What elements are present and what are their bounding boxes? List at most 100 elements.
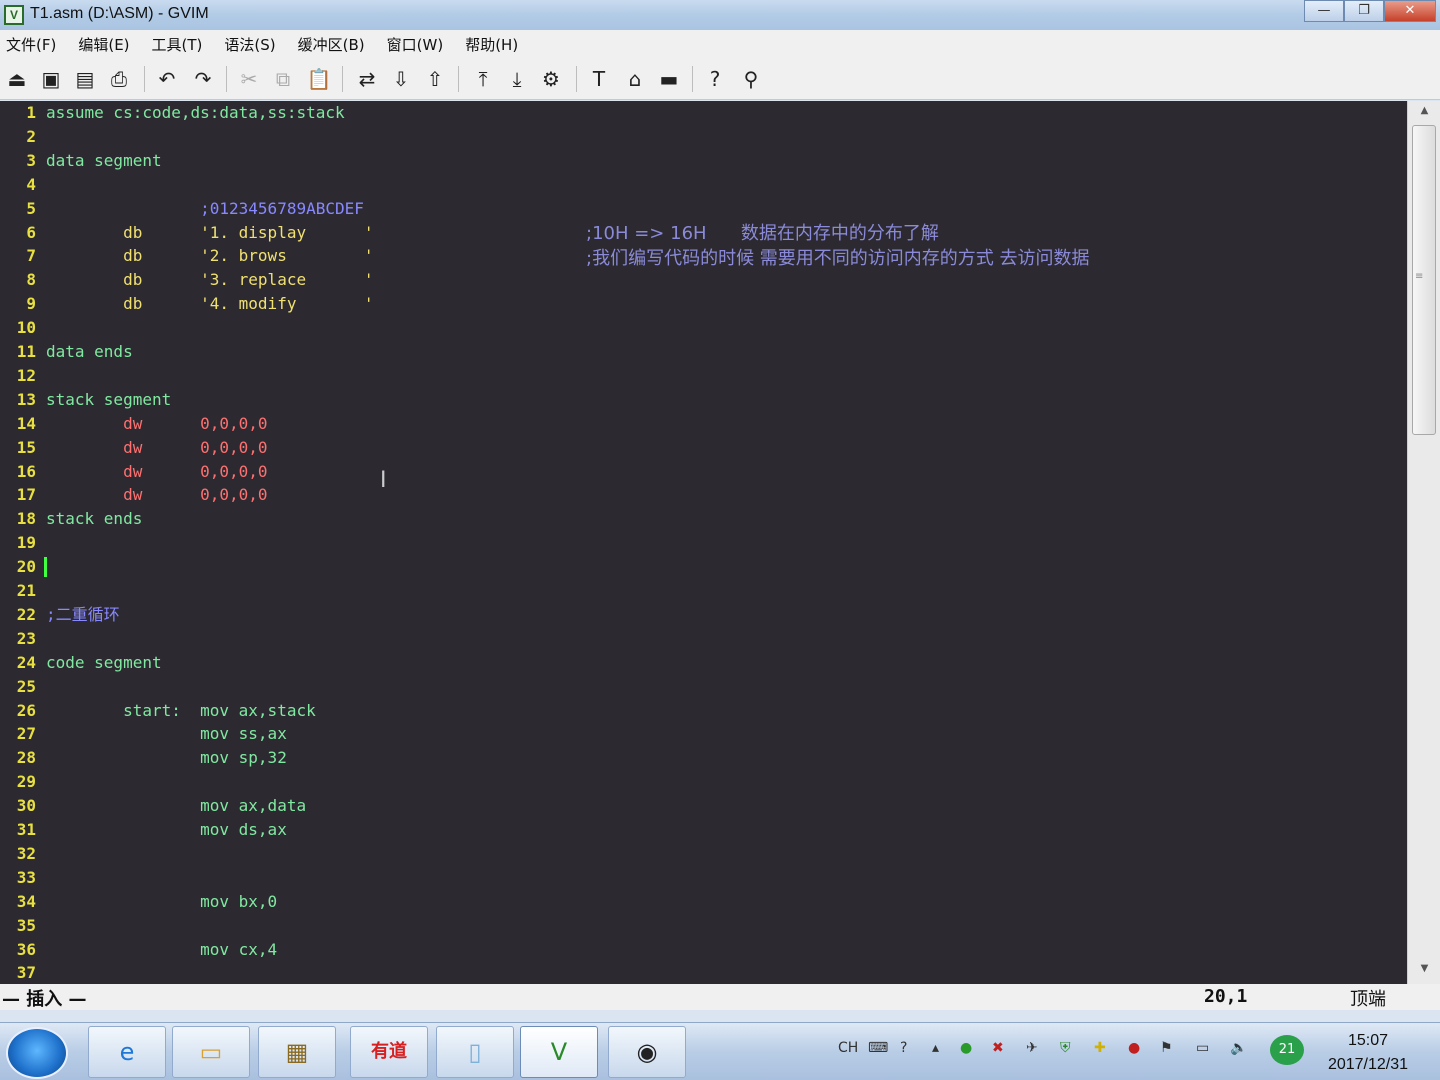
- code-line: 23: [0, 627, 1407, 651]
- window-title: T1.asm (D:\ASM) - GVIM: [30, 5, 209, 22]
- editor-area[interactable]: ;10H => 16H 数据在内存中的分布了解 ;我们编写代码的时候 需要用不同…: [0, 101, 1407, 984]
- shield-tray-icon[interactable]: ⛨: [1060, 1040, 1071, 1056]
- code-line: 12: [0, 364, 1407, 388]
- toolbar-separator: [144, 66, 145, 92]
- tray-expand-icon[interactable]: ▴: [932, 1040, 939, 1056]
- gvim-taskbar-button[interactable]: V: [520, 1026, 598, 1078]
- ie-taskbar-button[interactable]: e: [88, 1026, 166, 1078]
- security-tray-icon[interactable]: ●: [960, 1040, 972, 1056]
- run-script-icon[interactable]: ⚙: [538, 66, 564, 92]
- display-tray-icon[interactable]: ▭: [1196, 1040, 1209, 1056]
- line-number: 2: [26, 126, 36, 146]
- menu-file[interactable]: 文件(F): [6, 34, 56, 55]
- title-bar[interactable]: V T1.asm (D:\ASM) - GVIM — ❐ ✕: [0, 0, 1440, 30]
- line-number: 27: [16, 724, 36, 744]
- line-number: 12: [16, 365, 36, 385]
- shell-icon[interactable]: ⌂: [622, 66, 648, 92]
- maximize-button[interactable]: ❐: [1344, 0, 1384, 22]
- cut-icon[interactable]: ✂: [236, 66, 262, 92]
- code-line: 24 code segment: [0, 651, 1407, 675]
- code-line: 27 mov ss,ax: [0, 722, 1407, 746]
- find-next-icon[interactable]: ⇩: [388, 66, 414, 92]
- code-line: 4: [0, 173, 1407, 197]
- line-number: 14: [16, 413, 36, 433]
- line-number: 15: [16, 437, 36, 457]
- tag-icon[interactable]: ▬: [656, 66, 682, 92]
- start-button[interactable]: [6, 1027, 68, 1079]
- plus-tray-icon[interactable]: ✚: [1094, 1040, 1106, 1056]
- keyboard-icon[interactable]: ⌨: [868, 1040, 888, 1056]
- line-number: 11: [16, 342, 36, 361]
- code-line: 33: [0, 866, 1407, 890]
- paste-icon[interactable]: 📋: [306, 66, 332, 92]
- close-button[interactable]: ✕: [1384, 0, 1436, 22]
- folder-taskbar-button[interactable]: ▯: [436, 1026, 514, 1078]
- make-icon[interactable]: T: [586, 66, 612, 92]
- line-number: 22: [16, 604, 36, 624]
- load-session-icon[interactable]: ⤒: [470, 66, 496, 92]
- line-number: 37: [16, 963, 36, 983]
- line-number: 3: [26, 150, 36, 170]
- network-tray-icon[interactable]: ✈: [1026, 1040, 1038, 1056]
- menu-help[interactable]: 帮助(H): [465, 34, 518, 55]
- system-clock[interactable]: 15:07 2017/12/31: [1308, 1029, 1428, 1077]
- recording-tray-icon[interactable]: ●: [1128, 1040, 1140, 1056]
- line-number: 28: [16, 748, 36, 768]
- line-code: dw 0,0,0,0: [46, 461, 268, 481]
- antivirus-tray-icon[interactable]: ✖: [992, 1040, 1004, 1056]
- code-line: 31 mov ds,ax: [0, 818, 1407, 842]
- line-number: 36: [16, 939, 36, 959]
- line-number: 25: [16, 676, 36, 696]
- copy-icon[interactable]: ⧉: [270, 66, 296, 92]
- minimize-button[interactable]: —: [1304, 0, 1344, 22]
- menu-window[interactable]: 窗口(W): [387, 34, 444, 55]
- help-icon[interactable]: ?: [702, 66, 728, 92]
- save-all-icon[interactable]: ▤: [72, 66, 98, 92]
- find-help-icon[interactable]: ⚲: [738, 66, 764, 92]
- replace-icon[interactable]: ⇄: [354, 66, 380, 92]
- text-cursor: [44, 557, 47, 578]
- menu-tools[interactable]: 工具(T): [152, 34, 203, 55]
- undo-icon[interactable]: ↶: [154, 66, 180, 92]
- line-number: 4: [26, 174, 36, 194]
- line-code: db '2. brows ': [46, 246, 374, 266]
- line-number: 9: [26, 294, 36, 314]
- save-session-icon[interactable]: ⤓: [504, 66, 530, 92]
- line-code: ;0123456789ABCDEF: [46, 198, 364, 218]
- scroll-down-arrow-icon[interactable]: ▼: [1408, 963, 1440, 981]
- line-code: dw 0,0,0,0: [46, 413, 268, 433]
- line-number: 10: [16, 318, 36, 338]
- youdao-taskbar-button[interactable]: 有道: [350, 1026, 428, 1078]
- scroll-up-arrow-icon[interactable]: ▲: [1408, 105, 1440, 123]
- line-code: db '1. display ': [46, 222, 374, 242]
- line-number: 20: [16, 557, 36, 577]
- vertical-scrollbar[interactable]: ▲ ≡ ▼: [1407, 101, 1440, 984]
- notification-badge-icon[interactable]: 21: [1270, 1035, 1304, 1065]
- toolbar-separator: [458, 66, 459, 92]
- line-code: mov sp,32: [46, 748, 287, 768]
- menu-edit[interactable]: 编辑(E): [78, 34, 129, 55]
- menu-buffers[interactable]: 缓冲区(B): [298, 34, 365, 55]
- flag-tray-icon[interactable]: ⚑: [1160, 1040, 1173, 1056]
- help-tray-icon[interactable]: ?: [900, 1040, 907, 1056]
- app-taskbar-button[interactable]: ▦: [258, 1026, 336, 1078]
- menu-syntax[interactable]: 语法(S): [224, 34, 275, 55]
- code-line: 22 ;二重循环: [0, 603, 1407, 627]
- save-icon[interactable]: ▣: [38, 66, 64, 92]
- code-line: 25: [0, 675, 1407, 699]
- find-prev-icon[interactable]: ⇧: [422, 66, 448, 92]
- code-line: 26 start: mov ax,stack: [0, 699, 1407, 723]
- line-code: mov ax,data: [46, 796, 307, 816]
- line-number: 21: [16, 581, 36, 600]
- gvim-app-icon[interactable]: V: [4, 5, 24, 25]
- obs-taskbar-button[interactable]: ◉: [608, 1026, 686, 1078]
- redo-icon[interactable]: ↷: [190, 66, 216, 92]
- code-line: 17 dw 0,0,0,0: [0, 483, 1407, 507]
- volume-icon[interactable]: 🔈: [1230, 1040, 1247, 1056]
- explorer-taskbar-button[interactable]: ▭: [172, 1026, 250, 1078]
- toolbar: ⏏ ▣ ▤ ⎙ ↶ ↷ ✂ ⧉ 📋 ⇄ ⇩ ⇧ ⤒ ⤓ ⚙ T ⌂ ▬? ⚲: [0, 58, 1440, 100]
- print-icon[interactable]: ⎙: [106, 66, 132, 92]
- line-number: 13: [16, 389, 36, 409]
- tray-language[interactable]: CH: [838, 1040, 858, 1056]
- open-icon[interactable]: ⏏: [4, 66, 30, 92]
